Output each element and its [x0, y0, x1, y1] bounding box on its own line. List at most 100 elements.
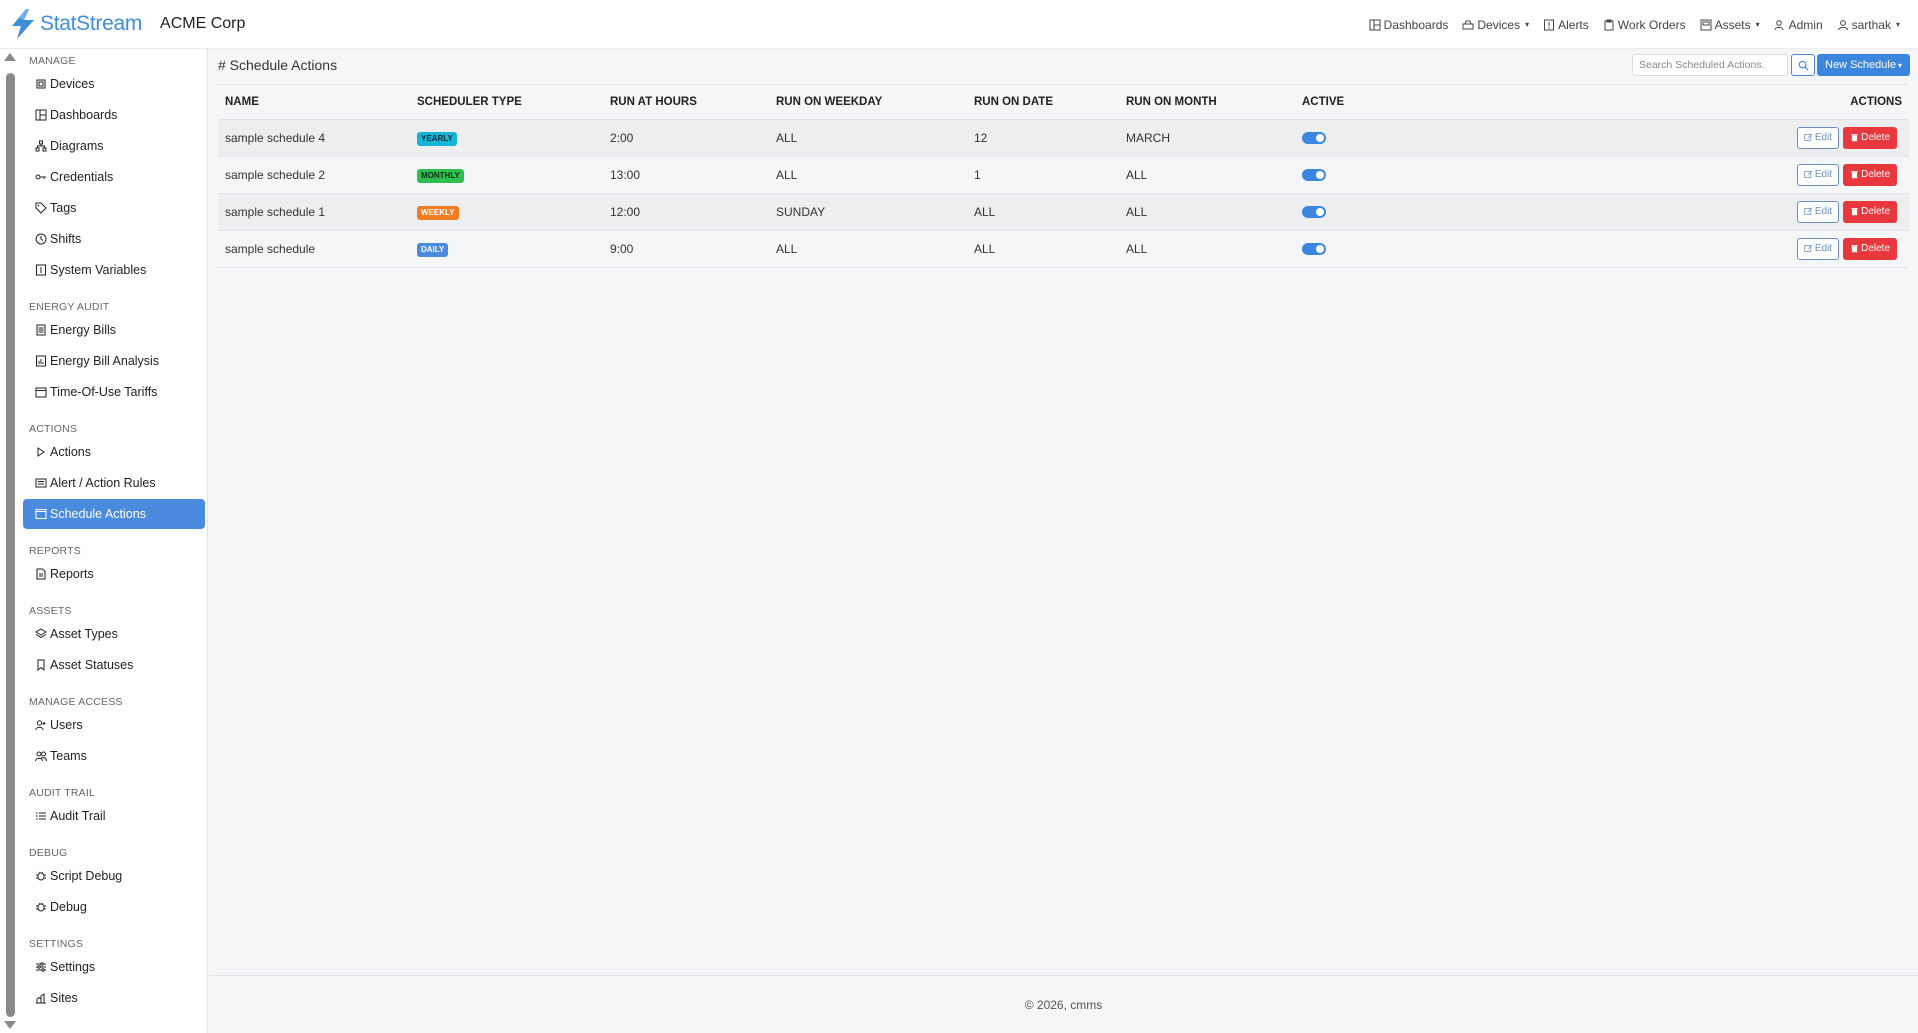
- sidebar-item-reports[interactable]: Reports: [23, 559, 205, 589]
- column-header[interactable]: RUN ON WEEKDAY: [769, 85, 967, 120]
- rules-icon: [35, 478, 47, 488]
- bug-icon: [36, 902, 46, 912]
- cell-actions: Edit Delete: [1445, 230, 1909, 268]
- table-row[interactable]: sample schedule 1 WEEKLY 12:00 SUNDAY ALL ALL…: [218, 193, 1909, 231]
- chevron-down-icon: ▾: [1897, 60, 1902, 70]
- sidebar-item-schedule-actions[interactable]: Schedule Actions: [23, 499, 205, 529]
- sidebar-item-alert-action-rules[interactable]: Alert / Action Rules: [23, 468, 205, 498]
- schedule-table: NAME SCHEDULER TYPE RUN AT HOURS RUN ON …: [218, 85, 1909, 268]
- sidebar-section-title: AUDIT TRAIL: [29, 787, 95, 799]
- sidebar-item-teams[interactable]: Teams: [23, 741, 205, 771]
- column-header[interactable]: NAME: [218, 85, 410, 120]
- scheduler-type-badge: WEEKLY: [417, 205, 459, 220]
- scroll-up-arrow-icon[interactable]: [4, 53, 16, 61]
- edit-button[interactable]: Edit: [1796, 126, 1840, 149]
- sidebar-scrollbar[interactable]: [6, 73, 15, 1017]
- scroll-down-arrow-icon[interactable]: [4, 1021, 16, 1029]
- active-toggle[interactable]: [1302, 132, 1326, 145]
- sidebar-section-title: MANAGE: [29, 55, 76, 67]
- sidebar-item-actions[interactable]: Actions: [23, 437, 205, 467]
- topnav-work-orders[interactable]: Work Orders: [1603, 18, 1686, 32]
- active-toggle[interactable]: [1302, 243, 1326, 256]
- sidebar-item-credentials[interactable]: Credentials: [23, 162, 205, 192]
- sidebar-item-time-of-use-tariffs[interactable]: Time-Of-Use Tariffs: [23, 377, 205, 407]
- sidebar-item-script-debug[interactable]: Script Debug: [23, 861, 205, 891]
- sidebar-item-system-variables[interactable]: System Variables: [23, 255, 205, 285]
- delete-button[interactable]: Delete: [1843, 237, 1897, 260]
- delete-label: Delete: [1861, 206, 1890, 217]
- edit-button[interactable]: Edit: [1796, 163, 1840, 186]
- edit-button[interactable]: Edit: [1796, 237, 1840, 260]
- column-header[interactable]: ACTIONS: [1445, 85, 1909, 120]
- user-icon: [1837, 19, 1848, 30]
- sidebar-item-label: Dashboards: [50, 108, 118, 122]
- topnav-dashboards[interactable]: Dashboards: [1369, 17, 1449, 32]
- cell-actions: Edit Delete: [1445, 193, 1909, 231]
- sidebar-item-audit-trail[interactable]: Audit Trail: [23, 801, 205, 831]
- delete-button[interactable]: Delete: [1843, 200, 1897, 223]
- active-toggle[interactable]: [1302, 169, 1326, 182]
- cell-name: sample schedule 4: [218, 119, 410, 157]
- column-header[interactable]: SCHEDULER TYPE: [410, 85, 603, 120]
- sidebar-item-devices[interactable]: Devices: [23, 69, 205, 99]
- sidebar-section-title: MANAGE ACCESS: [29, 696, 123, 708]
- sidebar-item-label: Audit Trail: [50, 809, 106, 823]
- sidebar-item-dashboards[interactable]: Dashboards: [23, 100, 205, 130]
- sidebar-item-label: System Variables: [50, 263, 147, 277]
- topnav-admin[interactable]: Admin: [1774, 18, 1823, 32]
- delete-button[interactable]: Delete: [1843, 163, 1897, 186]
- sidebar-item-asset-statuses[interactable]: Asset Statuses: [23, 650, 205, 680]
- play-icon: [37, 447, 45, 457]
- delete-label: Delete: [1861, 243, 1890, 254]
- cell-hours: 13:00: [603, 156, 769, 194]
- cell-date: 1: [967, 156, 1119, 194]
- search-input[interactable]: [1632, 54, 1788, 76]
- sidebar-item-label: Time-Of-Use Tariffs: [50, 385, 158, 399]
- sidebar-item-label: Debug: [50, 900, 87, 914]
- topnav-devices[interactable]: Devices ▾: [1462, 18, 1529, 32]
- column-header[interactable]: RUN AT HOURS: [603, 85, 769, 120]
- delete-button[interactable]: Delete: [1843, 126, 1897, 149]
- sidebar-item-label: Settings: [50, 960, 96, 974]
- bookmark-icon: [37, 659, 45, 671]
- sidebar-item-label: Actions: [50, 445, 91, 459]
- table-row[interactable]: sample schedule 4 YEARLY 2:00 ALL 12 MARCH Edi…: [218, 119, 1909, 157]
- sidebar-item-label: Alert / Action Rules: [50, 476, 156, 490]
- sidebar-item-shifts[interactable]: Shifts: [23, 224, 205, 254]
- edit-button[interactable]: Edit: [1796, 200, 1840, 223]
- sidebar-item-energy-bills[interactable]: Energy Bills: [23, 315, 205, 345]
- new-schedule-button[interactable]: New Schedule ▾: [1817, 54, 1910, 76]
- sidebar-item-sites[interactable]: Sites: [23, 983, 205, 1013]
- scheduler-type-badge: DAILY: [417, 242, 449, 257]
- sidebar-item-asset-types[interactable]: Asset Types: [23, 619, 205, 649]
- search-button[interactable]: [1791, 54, 1815, 76]
- window-icon: [35, 509, 47, 519]
- sidebar-item-diagrams[interactable]: Diagrams: [23, 131, 205, 161]
- report-icon: [36, 568, 46, 580]
- column-header[interactable]: ACTIVE: [1295, 85, 1445, 120]
- column-header[interactable]: RUN ON DATE: [967, 85, 1119, 120]
- cell-month: ALL: [1119, 230, 1295, 268]
- cell-weekday: ALL: [769, 230, 967, 268]
- cell-type: MONTHLY: [410, 156, 603, 194]
- sidebar-item-label: Reports: [50, 567, 94, 581]
- logo[interactable]: StatStream: [10, 9, 142, 39]
- sidebar-item-tags[interactable]: Tags: [23, 193, 205, 223]
- sidebar-item-settings[interactable]: Settings: [23, 952, 205, 982]
- sidebar-item-energy-bill-analysis[interactable]: Energy Bill Analysis: [23, 346, 205, 376]
- topnav-alerts[interactable]: Alerts: [1543, 18, 1589, 32]
- sidebar-item-debug[interactable]: Debug: [23, 892, 205, 922]
- delete-label: Delete: [1861, 169, 1890, 180]
- column-header[interactable]: RUN ON MONTH: [1119, 85, 1295, 120]
- sidebar-item-users[interactable]: Users: [23, 710, 205, 740]
- dashboard-icon: [1369, 19, 1381, 30]
- table-row[interactable]: sample schedule DAILY 9:00 ALL ALL ALL Edit Del…: [218, 230, 1909, 268]
- bill-icon: [36, 324, 46, 336]
- edit-label: Edit: [1814, 206, 1833, 217]
- topnav-label: Dashboards: [1383, 17, 1449, 32]
- topnav-assets[interactable]: Assets ▾: [1700, 18, 1760, 32]
- active-toggle[interactable]: [1302, 206, 1326, 219]
- topnav-sarthak[interactable]: sarthak ▾: [1837, 18, 1900, 32]
- table-row[interactable]: sample schedule 2 MONTHLY 13:00 ALL 1 ALL Edit…: [218, 156, 1909, 194]
- cell-actions: Edit Delete: [1445, 119, 1909, 157]
